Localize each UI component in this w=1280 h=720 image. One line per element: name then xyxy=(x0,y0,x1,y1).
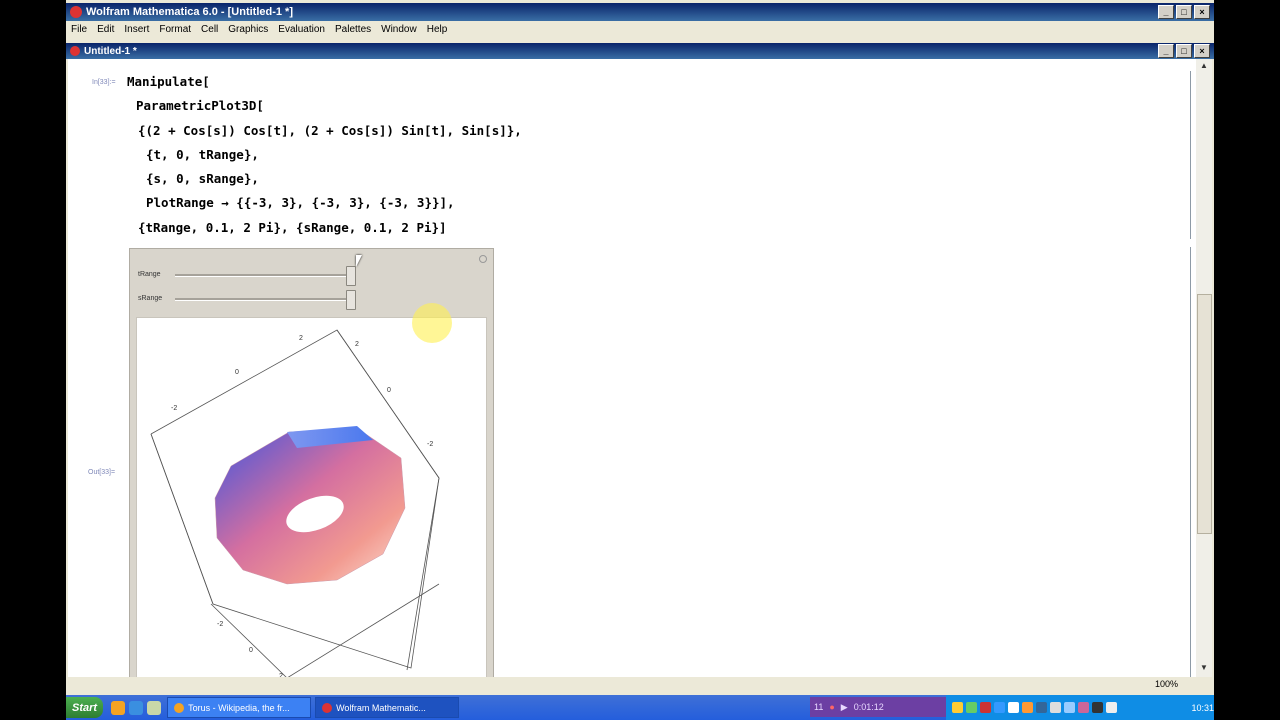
menu-evaluation[interactable]: Evaluation xyxy=(273,24,330,35)
notebook-icon xyxy=(70,46,80,56)
doc-close-button[interactable]: × xyxy=(1194,44,1210,58)
tray-icon[interactable] xyxy=(966,702,977,713)
firefox-icon[interactable] xyxy=(111,700,126,715)
tray-icon[interactable] xyxy=(980,702,991,713)
menu-insert[interactable]: Insert xyxy=(119,24,154,35)
output-label: Out[33]= xyxy=(88,469,116,476)
menu-bar: File Edit Insert Format Cell Graphics Ev… xyxy=(66,21,1214,38)
document-controls: _ □ × xyxy=(1158,44,1210,58)
clock[interactable]: 10:31 xyxy=(1191,703,1214,713)
quicklaunch-icon[interactable] xyxy=(147,700,162,715)
menu-format[interactable]: Format xyxy=(154,24,196,35)
tray-icon[interactable] xyxy=(1022,702,1033,713)
zoom-level[interactable]: 100% xyxy=(1155,679,1178,689)
menu-file[interactable]: File xyxy=(66,24,92,35)
task-torus-wikipedia[interactable]: Torus - Wikipedia, the fr... xyxy=(167,697,312,718)
status-bar: 100% xyxy=(66,677,1214,693)
maximize-button[interactable]: □ xyxy=(1176,5,1192,19)
code-line-7[interactable]: {tRange, 0.1, 2 Pi}, {sRange, 0.1, 2 Pi}… xyxy=(138,220,447,235)
menu-help[interactable]: Help xyxy=(422,24,453,35)
tray-icon[interactable] xyxy=(1092,702,1103,713)
firefox-icon xyxy=(174,702,185,713)
document-title-bar[interactable]: Untitled-1 * _ □ × xyxy=(66,43,1214,59)
scroll-up-icon[interactable]: ▲ xyxy=(1197,61,1211,73)
torus-plot[interactable]: 2 0 -2 2 0 -2 -2 0 2 xyxy=(137,318,486,677)
menu-cell[interactable]: Cell xyxy=(196,24,223,35)
slider-label-trange: tRange xyxy=(138,271,161,278)
media-time: 0:01:12 xyxy=(853,702,884,712)
tray-icon[interactable] xyxy=(1050,702,1061,713)
code-line-1[interactable]: Manipulate[ xyxy=(127,74,210,89)
tick-label: 0 xyxy=(387,387,391,394)
app-title: Wolfram Mathematica 6.0 - [Untitled-1 *] xyxy=(86,6,293,18)
document-title: Untitled-1 * xyxy=(84,45,137,57)
tick-label: 2 xyxy=(355,341,359,348)
menu-edit[interactable]: Edit xyxy=(92,24,119,35)
system-tray: 10:31 xyxy=(946,695,1214,720)
start-label: Start xyxy=(72,701,98,714)
close-button[interactable]: × xyxy=(1194,5,1210,19)
ie-icon[interactable] xyxy=(129,700,144,715)
record-icon[interactable]: ● xyxy=(829,702,834,712)
tray-icon[interactable] xyxy=(952,702,963,713)
notebook-area[interactable]: In[33]:= Manipulate[ ParametricPlot3D[ {… xyxy=(68,59,1196,677)
menu-window[interactable]: Window xyxy=(376,24,422,35)
tray-icon[interactable] xyxy=(1036,702,1047,713)
input-cell-bracket[interactable] xyxy=(1184,71,1191,239)
start-button[interactable]: Start xyxy=(66,697,104,718)
window-controls: _ □ × xyxy=(1158,5,1210,19)
task-mathematica[interactable]: Wolfram Mathematic... xyxy=(315,697,460,718)
code-line-6[interactable]: PlotRange → {{-3, 3}, {-3, 3}, {-3, 3}}]… xyxy=(146,195,455,210)
code-line-3[interactable]: {(2 + Cos[s]) Cos[t], (2 + Cos[s]) Sin[t… xyxy=(138,123,522,138)
taskbar: Start Torus - Wikipedia, the fr... Wolfr… xyxy=(66,695,1214,720)
mathematica-icon xyxy=(322,702,333,713)
output-cell-bracket[interactable] xyxy=(1184,247,1191,677)
tick-label: 2 xyxy=(299,335,303,342)
tick-label: 0 xyxy=(249,647,253,654)
scroll-thumb[interactable] xyxy=(1197,294,1212,534)
mathematica-icon xyxy=(70,6,82,18)
slider-knob-srange[interactable] xyxy=(346,290,356,310)
slider-label-srange: sRange xyxy=(138,295,163,302)
code-line-2[interactable]: ParametricPlot3D[ xyxy=(136,98,264,113)
tick-label: -2 xyxy=(427,441,433,448)
plot3d-graphic[interactable]: 2 0 -2 2 0 -2 -2 0 2 xyxy=(136,317,487,677)
media-player-bar[interactable]: 11 ● ▶ 0:01:12 xyxy=(810,697,946,717)
minimize-button[interactable]: _ xyxy=(1158,5,1174,19)
tray-icon[interactable] xyxy=(1078,702,1089,713)
tick-label: 0 xyxy=(235,369,239,376)
input-label: In[33]:= xyxy=(92,79,116,86)
scroll-down-icon[interactable]: ▼ xyxy=(1197,663,1211,675)
tick-label: -2 xyxy=(171,405,177,412)
doc-minimize-button[interactable]: _ xyxy=(1158,44,1174,58)
mouse-pointer-icon xyxy=(356,255,368,267)
tick-label: -2 xyxy=(217,621,223,628)
cursor-highlight xyxy=(412,303,452,343)
play-icon[interactable]: ▶ xyxy=(841,702,848,713)
app-title-bar[interactable]: Wolfram Mathematica 6.0 - [Untitled-1 *]… xyxy=(66,3,1214,21)
media-track: 11 xyxy=(814,702,824,712)
options-toggle-icon[interactable] xyxy=(479,255,487,263)
tray-icon[interactable] xyxy=(1064,702,1075,713)
slider-track-srange[interactable] xyxy=(175,298,350,301)
task-label: Wolfram Mathematic... xyxy=(336,702,426,713)
screen: Wolfram Mathematica 6.0 - [Untitled-1 *]… xyxy=(66,0,1214,720)
menu-palettes[interactable]: Palettes xyxy=(330,24,376,35)
code-line-5[interactable]: {s, 0, sRange}, xyxy=(146,171,259,186)
task-label: Torus - Wikipedia, the fr... xyxy=(188,702,290,713)
tray-icon[interactable] xyxy=(1106,702,1117,713)
code-line-4[interactable]: {t, 0, tRange}, xyxy=(146,147,259,162)
tray-icon[interactable] xyxy=(1008,702,1019,713)
doc-maximize-button[interactable]: □ xyxy=(1176,44,1192,58)
slider-track-trange[interactable] xyxy=(175,274,350,277)
vertical-scrollbar[interactable]: ▲ ▼ xyxy=(1196,59,1212,677)
slider-knob-trange[interactable] xyxy=(346,266,356,286)
menu-graphics[interactable]: Graphics xyxy=(223,24,273,35)
tray-icon[interactable] xyxy=(994,702,1005,713)
